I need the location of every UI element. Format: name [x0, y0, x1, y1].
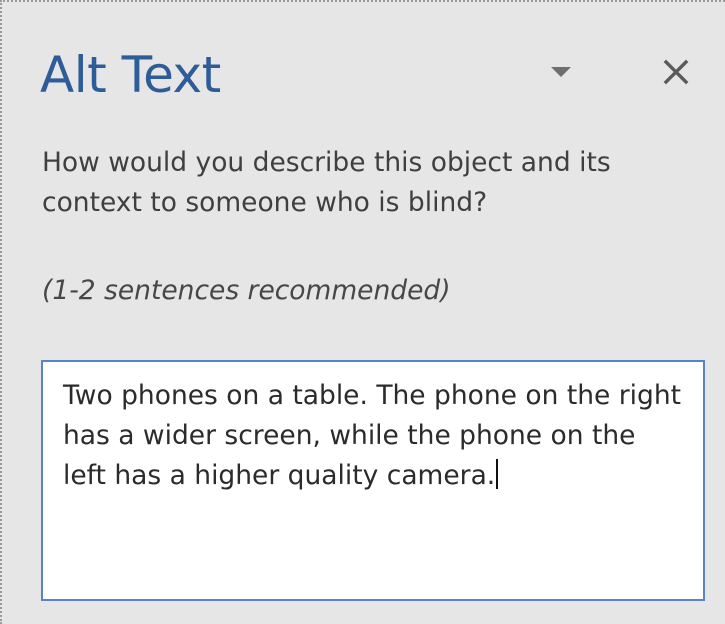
text-cursor: [496, 459, 499, 489]
pane-border-left: [0, 0, 2, 624]
description-prompt: How would you describe this object and i…: [42, 147, 611, 218]
chevron-down-icon: [551, 67, 571, 77]
alt-text-pane: Alt Text How would you describe this obj…: [0, 0, 725, 624]
alt-text-value[interactable]: Two phones on a table. The phone on the …: [63, 380, 681, 491]
alt-text-input[interactable]: Two phones on a table. The phone on the …: [41, 360, 705, 601]
pane-border-top: [0, 0, 725, 2]
task-pane-options-button[interactable]: [532, 50, 592, 94]
close-icon: [663, 59, 689, 85]
length-hint: (1-2 sentences recommended): [42, 275, 451, 306]
close-pane-button[interactable]: [648, 44, 704, 100]
pane-title: Alt Text: [40, 46, 221, 104]
